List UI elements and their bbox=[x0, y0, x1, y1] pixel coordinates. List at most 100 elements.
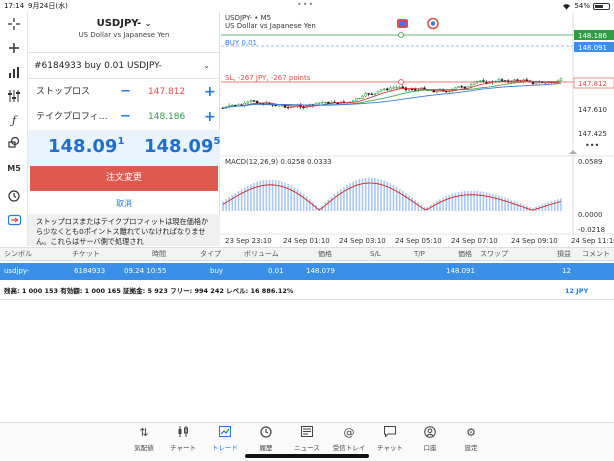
cancel-button[interactable]: 取消 bbox=[28, 194, 220, 214]
nav-account[interactable]: 口座 bbox=[410, 426, 450, 452]
candle-body bbox=[472, 82, 476, 85]
candle-body bbox=[392, 87, 395, 89]
bars-type-icon[interactable] bbox=[6, 64, 22, 80]
col-symbol[interactable]: シンボル bbox=[4, 248, 32, 261]
stop-loss-minus-button[interactable]: − bbox=[120, 80, 131, 104]
symbol-description: US Dollar vs Japanese Yen bbox=[78, 31, 170, 39]
macd-bar bbox=[330, 196, 333, 211]
candle-body bbox=[286, 107, 290, 109]
order-select-value: #6184933 buy 0.01 USDJPY- bbox=[34, 61, 162, 71]
candle-body bbox=[302, 106, 305, 109]
nav-inbox[interactable]: @ 受信トレイ bbox=[329, 426, 369, 452]
col-cur-price[interactable]: 価格 bbox=[458, 248, 472, 261]
sl-handle-icon[interactable] bbox=[398, 79, 404, 85]
macd-bar bbox=[225, 199, 227, 211]
candle-body bbox=[252, 100, 256, 102]
take-profit-minus-button[interactable]: − bbox=[120, 105, 131, 129]
stop-loss-input[interactable]: 147.812 bbox=[148, 80, 198, 104]
clock-icon[interactable] bbox=[6, 188, 22, 204]
timeframe-m5[interactable]: M5 bbox=[6, 160, 22, 176]
chart-toolbar: ƒ M5 bbox=[0, 12, 28, 246]
nav-label: トレード bbox=[212, 444, 238, 452]
price-chart[interactable]: BUY 0.01 SL, -267 JPY, -267 points 148.1… bbox=[221, 12, 614, 246]
nav-chart[interactable]: チャート bbox=[163, 426, 203, 452]
symbol-selector[interactable]: USDJPY- ⌄ bbox=[28, 18, 220, 29]
chart-symbol: USDJPY- • M5 bbox=[225, 14, 272, 22]
chart-canvas[interactable]: BUY 0.01 SL, -267 JPY, -267 points 148.1… bbox=[221, 12, 614, 246]
time-label: 24 Sep 03:10 bbox=[339, 237, 386, 245]
take-profit-plus-button[interactable]: + bbox=[204, 105, 216, 129]
chevron-down-icon: ⌄ bbox=[144, 19, 152, 28]
macd-bar bbox=[247, 185, 249, 211]
take-profit-row: テイクプロフィ… − 148.186 + bbox=[28, 105, 220, 129]
nav-label: 履歴 bbox=[259, 444, 273, 452]
price-label-147425: 147.425 bbox=[578, 130, 607, 138]
macd-bar bbox=[439, 199, 441, 211]
col-price[interactable]: 価格 bbox=[318, 248, 332, 261]
col-tp[interactable]: T/P bbox=[414, 248, 425, 261]
current-price-label: 148.091 bbox=[578, 44, 607, 52]
macd-bar bbox=[333, 194, 336, 211]
candle-body bbox=[479, 80, 482, 82]
candle-body bbox=[469, 84, 473, 87]
nav-settings[interactable]: ⚙ 設定 bbox=[451, 426, 491, 452]
macd-bar bbox=[451, 193, 454, 211]
time-label: 24 Sep 07:10 bbox=[451, 237, 498, 245]
col-swap[interactable]: スワップ bbox=[480, 248, 508, 261]
cell-ticket: 6184933 bbox=[74, 267, 106, 275]
macd-bar bbox=[510, 199, 513, 211]
candle-body bbox=[413, 89, 417, 91]
wifi-icon bbox=[563, 3, 571, 10]
macd-bar bbox=[479, 191, 482, 211]
col-time[interactable]: 時間 bbox=[152, 248, 166, 261]
nav-news[interactable]: ニュース bbox=[287, 426, 327, 452]
table-row[interactable]: usdjpy- 6184933 09.24 10:55 buy 0.01 148… bbox=[0, 263, 614, 280]
objects-icon[interactable] bbox=[6, 134, 22, 150]
tp-handle-icon[interactable] bbox=[398, 32, 404, 38]
candle-body bbox=[460, 86, 463, 88]
candle-body bbox=[324, 101, 327, 104]
modify-order-button[interactable]: 注文変更 bbox=[30, 166, 218, 191]
col-ticket[interactable]: チケット bbox=[72, 248, 100, 261]
col-comment[interactable]: コメント bbox=[582, 248, 610, 261]
multitask-dots-icon[interactable]: ••• bbox=[297, 0, 314, 11]
order-select[interactable]: #6184933 buy 0.01 USDJPY- ⌄ bbox=[34, 56, 216, 76]
status-time: 17:14 bbox=[4, 2, 25, 10]
buy-line-label: BUY 0.01 bbox=[225, 39, 257, 47]
nav-history[interactable]: 履歴 bbox=[246, 426, 286, 452]
nav-label: チャート bbox=[170, 444, 196, 452]
macd-bar bbox=[442, 197, 444, 211]
crosshair-icon[interactable] bbox=[6, 16, 22, 32]
trade-cloud-icon[interactable] bbox=[6, 212, 22, 228]
status-date: 9月24日(水) bbox=[28, 2, 68, 10]
candle-body bbox=[500, 79, 504, 81]
col-profit[interactable]: 損益 bbox=[557, 248, 571, 261]
candle-body bbox=[234, 104, 237, 107]
col-volume[interactable]: ボリューム bbox=[244, 248, 279, 261]
nav-chat[interactable]: チャット bbox=[370, 426, 410, 452]
insert-icon[interactable] bbox=[6, 40, 22, 56]
macd-bar bbox=[398, 188, 401, 211]
macd-bar bbox=[448, 194, 451, 211]
indicators-icon[interactable] bbox=[6, 88, 22, 104]
quote-box: 148.091 148.095 bbox=[28, 130, 220, 166]
nav-quotes[interactable]: ⇅ 気配値 bbox=[124, 426, 164, 452]
macd-bar bbox=[237, 191, 240, 211]
function-icon[interactable]: ƒ bbox=[6, 112, 22, 128]
time-label: 24 Sep 09:10 bbox=[511, 237, 558, 245]
bid-price-main: 148.09 bbox=[48, 136, 118, 157]
ask-price-main: 148.09 bbox=[144, 136, 214, 157]
col-sl[interactable]: S/L bbox=[370, 248, 381, 261]
col-type[interactable]: タイプ bbox=[200, 248, 221, 261]
cell-cur-price: 148.091 bbox=[446, 267, 475, 275]
nav-label: 設定 bbox=[464, 444, 478, 452]
take-profit-input[interactable]: 148.186 bbox=[148, 105, 198, 129]
candle-body bbox=[398, 86, 401, 88]
nav-trade[interactable]: トレード bbox=[205, 426, 245, 452]
candle-body bbox=[243, 103, 246, 106]
chart-icon bbox=[163, 426, 203, 440]
candle-body bbox=[432, 90, 436, 93]
candle-body bbox=[271, 104, 274, 106]
more-icon[interactable]: ••• bbox=[585, 141, 599, 150]
stop-loss-plus-button[interactable]: + bbox=[204, 80, 216, 104]
